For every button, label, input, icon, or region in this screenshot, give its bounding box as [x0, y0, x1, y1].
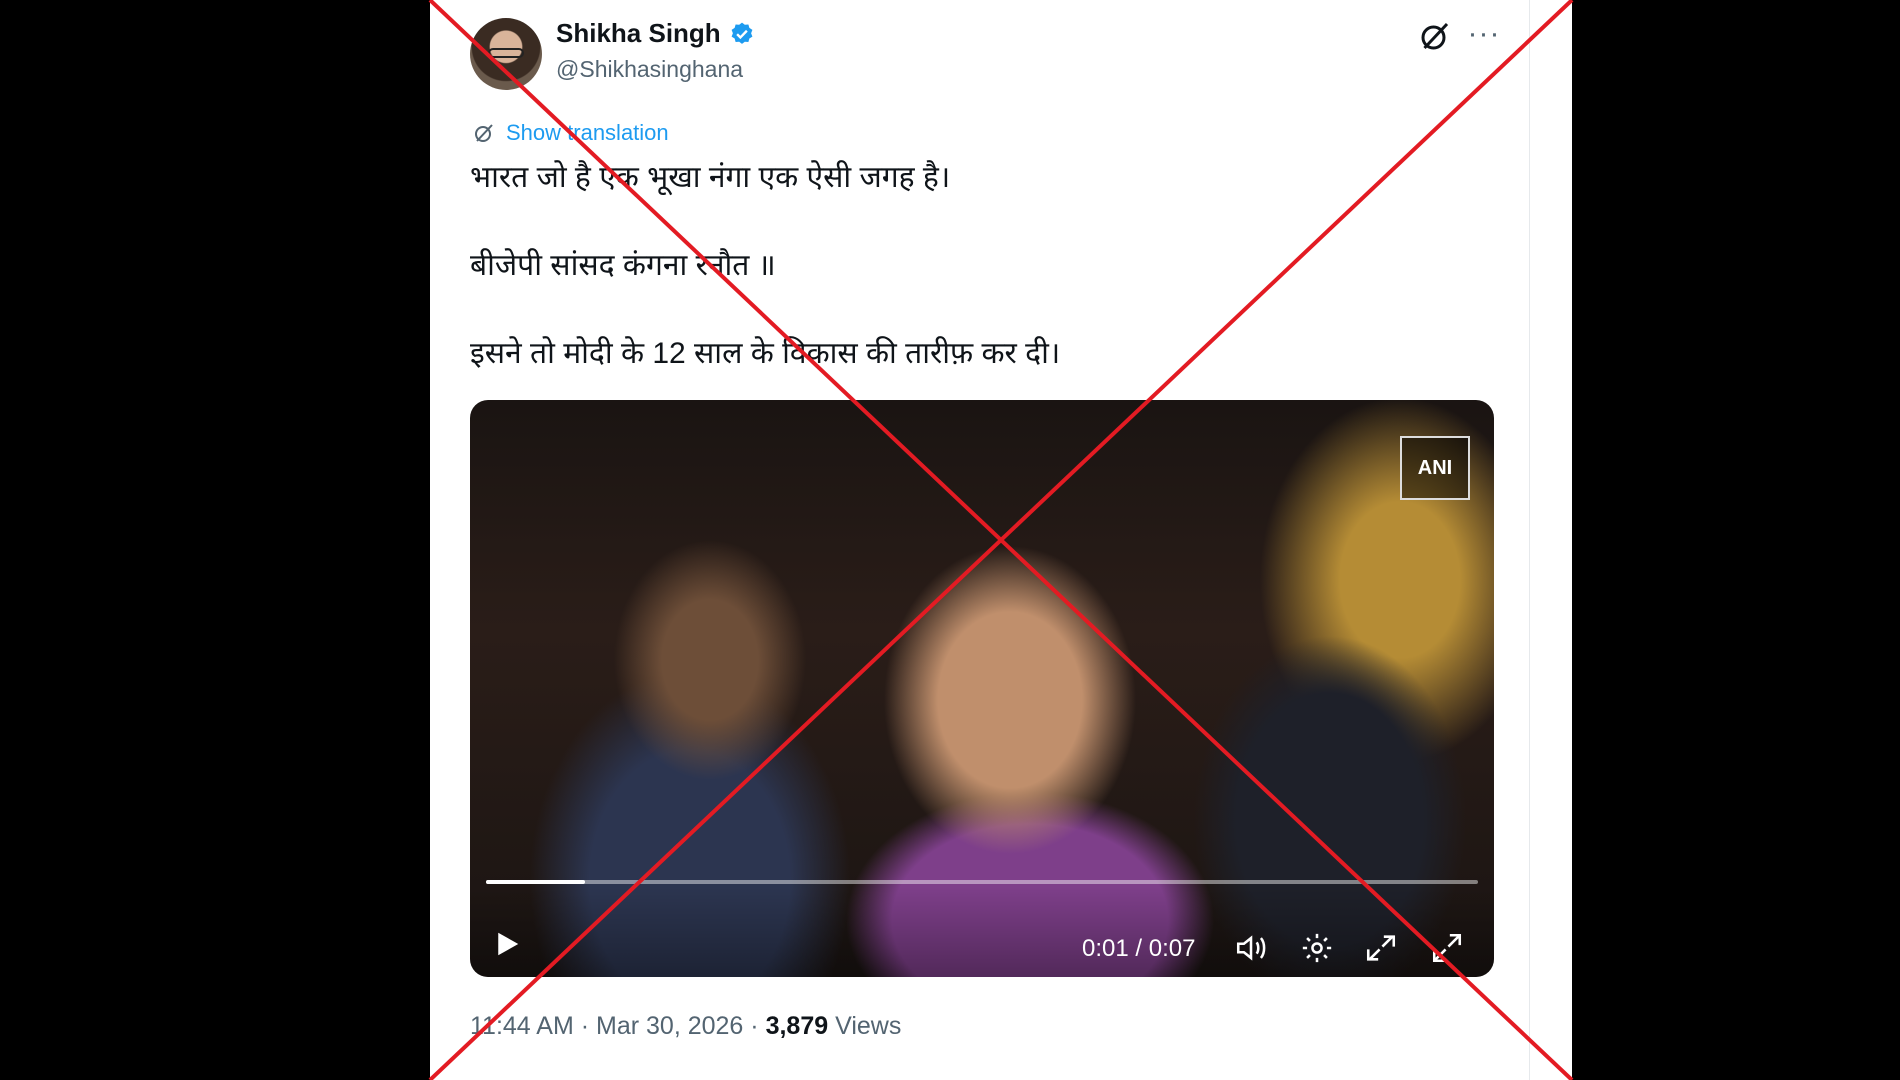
video-time: 0:01 / 0:07: [1082, 935, 1196, 962]
card-border: [1529, 0, 1530, 1080]
avatar[interactable]: [470, 18, 542, 90]
views-count: 3,879: [765, 1012, 829, 1040]
tweet-line: बीजेपी सांसद कंगना रनौत ॥: [470, 249, 776, 282]
volume-icon[interactable]: [1234, 931, 1268, 965]
tweet-line: भारत जो है एक भूखा नंगा एक ऐसी जगह है।: [470, 161, 951, 194]
video-player[interactable]: ANI 0:01 / 0:07: [470, 400, 1494, 977]
grok-icon[interactable]: [1417, 18, 1453, 54]
tweet-text: भारत जो है एक भूखा नंगा एक ऐसी जगह है। ब…: [470, 156, 1510, 376]
tweet-time[interactable]: 11:44 AM: [470, 1012, 574, 1040]
show-translation-label[interactable]: Show translation: [506, 120, 669, 146]
show-translation-link[interactable]: Show translation: [472, 120, 669, 146]
video-progress-fill: [486, 880, 586, 884]
views-label: Views: [835, 1012, 902, 1040]
tweet-date[interactable]: Mar 30, 2026: [596, 1012, 743, 1040]
settings-icon[interactable]: [1300, 931, 1334, 965]
more-icon[interactable]: ···: [1466, 16, 1502, 52]
author-name-row[interactable]: Shikha Singh: [556, 18, 755, 49]
tweet-line: इसने तो मोदी के 12 साल के विकास की तारीफ…: [470, 337, 1061, 370]
translate-icon: [475, 124, 493, 142]
author-name[interactable]: Shikha Singh: [556, 18, 721, 49]
fullscreen-icon[interactable]: [1430, 931, 1464, 965]
pip-icon[interactable]: [1364, 931, 1398, 965]
meta-separator: ·: [750, 1012, 759, 1040]
author-handle[interactable]: @Shikhasinghana: [556, 56, 743, 83]
play-icon[interactable]: [492, 929, 522, 959]
watermark-text: ANI: [1417, 456, 1453, 479]
video-progress-bar[interactable]: [486, 880, 1478, 884]
ani-watermark: ANI: [1400, 436, 1470, 500]
tweet-card: Shikha Singh @Shikhasinghana ··· Show tr…: [430, 0, 1572, 1080]
meta-separator: ·: [580, 1012, 590, 1040]
verified-icon: [731, 22, 753, 44]
video-controls: 0:01 / 0:07: [470, 887, 1494, 977]
tweet-meta: 11:44 AM · Mar 30, 2026 · 3,879 Views: [470, 1012, 901, 1041]
